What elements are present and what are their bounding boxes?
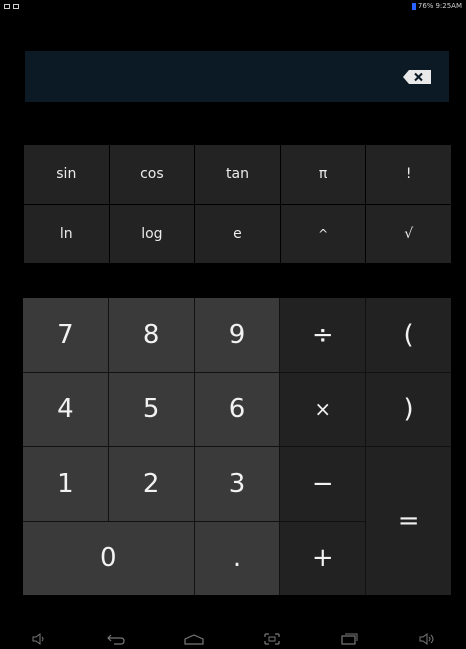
navigation-bar xyxy=(0,628,466,649)
backspace-button[interactable] xyxy=(403,70,431,84)
recent-apps-icon[interactable] xyxy=(338,632,360,646)
digit-8-button[interactable]: 8 xyxy=(108,298,194,372)
status-bar: 76% 9:25AM xyxy=(0,0,466,14)
notification-icon xyxy=(4,4,10,9)
close-paren-button[interactable]: ) xyxy=(366,372,451,446)
function-pad: sin cos tan π ! ln log e ^ √ xyxy=(24,145,451,263)
home-icon[interactable] xyxy=(183,632,205,646)
calculator-display[interactable] xyxy=(25,51,449,102)
digit-2-button[interactable]: 2 xyxy=(108,447,194,521)
digit-1-button[interactable]: 1 xyxy=(23,447,108,521)
digit-9-button[interactable]: 9 xyxy=(194,298,280,372)
pi-button[interactable]: π xyxy=(280,145,366,204)
divide-button[interactable]: ÷ xyxy=(280,298,366,372)
equals-button[interactable]: = xyxy=(366,447,451,595)
battery-icon xyxy=(411,2,416,10)
ln-button[interactable]: ln xyxy=(24,204,109,263)
digit-7-button[interactable]: 7 xyxy=(23,298,108,372)
digit-4-button[interactable]: 4 xyxy=(23,372,108,446)
clock: 9:25AM xyxy=(435,2,462,10)
back-icon[interactable] xyxy=(105,632,127,646)
digit-6-button[interactable]: 6 xyxy=(194,372,280,446)
digit-5-button[interactable]: 5 xyxy=(108,372,194,446)
tan-button[interactable]: tan xyxy=(195,145,280,204)
volume-up-icon[interactable] xyxy=(416,632,438,646)
cos-button[interactable]: cos xyxy=(109,145,195,204)
battery-level: 76% xyxy=(417,2,434,10)
backspace-icon xyxy=(403,70,431,84)
volume-down-icon[interactable] xyxy=(28,632,50,646)
log-button[interactable]: log xyxy=(109,204,195,263)
sqrt-button[interactable]: √ xyxy=(366,204,451,263)
decimal-button[interactable]: . xyxy=(194,521,280,595)
open-paren-button[interactable]: ( xyxy=(366,298,451,372)
digit-0-button[interactable]: 0 xyxy=(23,521,194,595)
sin-button[interactable]: sin xyxy=(24,145,109,204)
multiply-button[interactable]: × xyxy=(280,372,366,446)
digit-3-button[interactable]: 3 xyxy=(194,447,280,521)
factorial-button[interactable]: ! xyxy=(366,145,451,204)
minus-button[interactable]: − xyxy=(280,447,366,521)
e-button[interactable]: e xyxy=(195,204,280,263)
power-button[interactable]: ^ xyxy=(280,204,366,263)
plus-button[interactable]: + xyxy=(280,521,366,595)
screenshot-icon[interactable] xyxy=(261,632,283,646)
number-pad: 7 8 9 ÷ ( 4 5 6 × ) 1 2 3 − = 0 . + xyxy=(23,298,451,595)
image-notification-icon xyxy=(13,4,19,9)
status-bar-right: 76% 9:25AM xyxy=(411,2,462,10)
